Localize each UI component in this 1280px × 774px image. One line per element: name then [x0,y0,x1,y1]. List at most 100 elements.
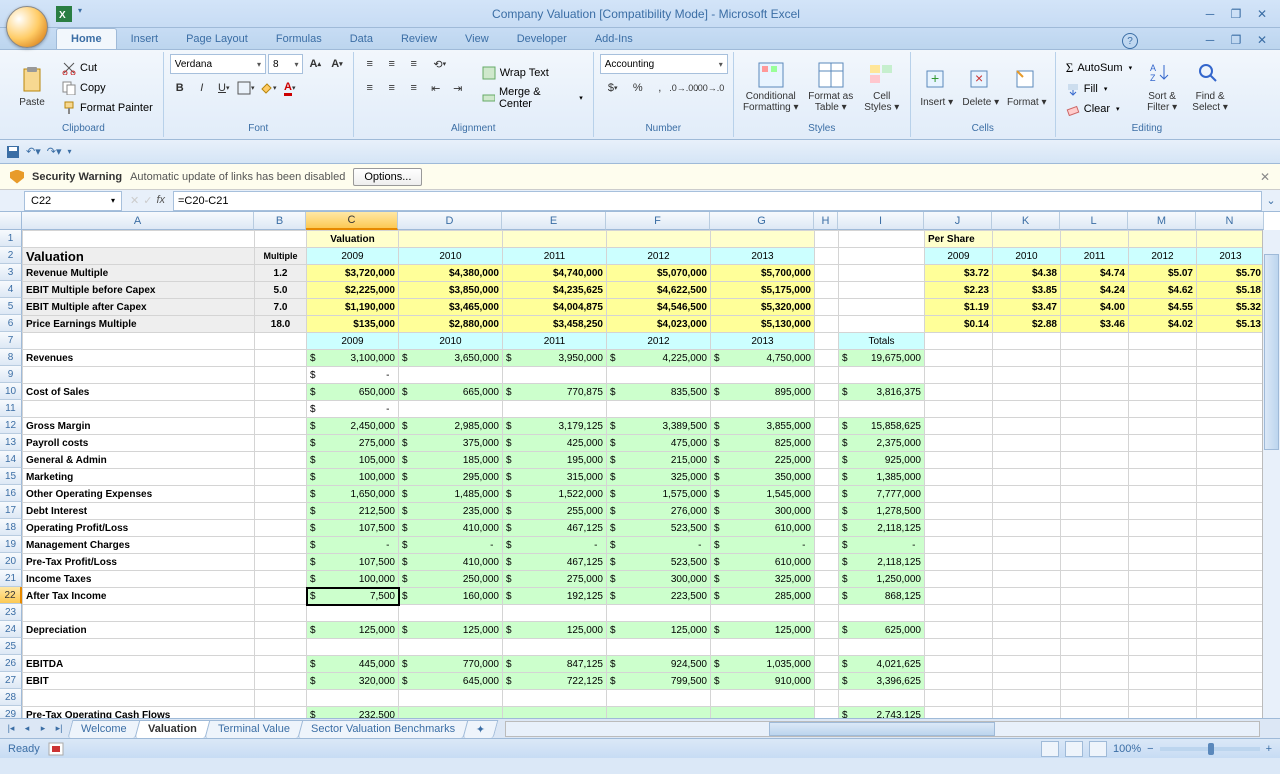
horizontal-scrollbar[interactable] [505,721,1260,737]
security-close-button[interactable]: ✕ [1260,170,1270,184]
row-header-22[interactable]: 22 [0,587,22,604]
row-header-24[interactable]: 24 [0,621,22,638]
tab-developer[interactable]: Developer [503,29,581,49]
spreadsheet-grid[interactable]: ABCDEFGHIJKLMN 1234567891011121314151617… [0,212,1280,718]
font-name-combo[interactable]: Verdana▾ [170,54,266,74]
border-button[interactable]: ▾ [236,78,256,98]
column-header-G[interactable]: G [710,212,814,230]
column-header-A[interactable]: A [22,212,254,230]
bold-button[interactable]: B [170,78,190,98]
row-header-17[interactable]: 17 [0,502,22,519]
accounting-format-button[interactable]: $▾ [600,78,626,98]
last-sheet-button[interactable]: ▸| [52,721,66,737]
sheet-tab-valuation[interactable]: Valuation [134,720,210,738]
delete-cells-button[interactable]: ×Delete ▾ [961,54,1001,120]
workbook-close-button[interactable]: ✕ [1250,31,1274,49]
row-header-1[interactable]: 1 [0,230,22,247]
row-header-20[interactable]: 20 [0,553,22,570]
tab-insert[interactable]: Insert [117,29,173,49]
insert-cells-button[interactable]: +Insert ▾ [917,54,957,120]
increase-indent-button[interactable]: ⇥ [448,78,468,98]
restore-button[interactable]: ❐ [1224,5,1248,23]
page-layout-view-button[interactable] [1065,741,1083,757]
row-header-10[interactable]: 10 [0,383,22,400]
sheet-tab-sector-valuation-benchmarks[interactable]: Sector Valuation Benchmarks [297,720,468,738]
column-header-N[interactable]: N [1196,212,1264,230]
formula-bar-expand-button[interactable]: ⌄ [1262,194,1280,207]
workbook-restore-button[interactable]: ❐ [1224,31,1248,49]
row-header-18[interactable]: 18 [0,519,22,536]
select-all-corner[interactable] [0,212,22,230]
align-middle-button[interactable]: ≡ [382,54,402,74]
row-header-13[interactable]: 13 [0,434,22,451]
merge-center-button[interactable]: Merge & Center▾ [478,84,587,112]
column-header-C[interactable]: C [306,212,398,230]
italic-button[interactable]: I [192,78,212,98]
column-header-D[interactable]: D [398,212,502,230]
page-break-view-button[interactable] [1089,741,1107,757]
row-header-19[interactable]: 19 [0,536,22,553]
sheet-tab-terminal-value[interactable]: Terminal Value [204,720,303,738]
fill-color-button[interactable]: ▾ [258,78,278,98]
undo-button[interactable]: ↶▾ [26,145,41,158]
column-header-K[interactable]: K [992,212,1060,230]
tab-review[interactable]: Review [387,29,451,49]
first-sheet-button[interactable]: |◂ [4,721,18,737]
cancel-formula-icon[interactable]: ✕ [130,194,139,207]
sheet-tab-welcome[interactable]: Welcome [68,720,140,738]
help-icon[interactable]: ? [1122,33,1138,49]
row-header-4[interactable]: 4 [0,281,22,298]
cut-button[interactable]: Cut [58,59,157,77]
format-cells-button[interactable]: Format ▾ [1005,54,1049,120]
font-color-button[interactable]: A▾ [280,78,300,98]
qat-customize-icon[interactable]: ▾ [68,147,72,156]
fill-button[interactable]: Fill▾ [1062,80,1136,98]
sort-filter-button[interactable]: AZSort & Filter ▾ [1140,54,1184,120]
next-sheet-button[interactable]: ▸ [36,721,50,737]
tab-add-ins[interactable]: Add-Ins [581,29,647,49]
row-header-27[interactable]: 27 [0,672,22,689]
tab-view[interactable]: View [451,29,503,49]
column-header-E[interactable]: E [502,212,606,230]
row-header-5[interactable]: 5 [0,298,22,315]
row-header-14[interactable]: 14 [0,451,22,468]
security-options-button[interactable]: Options... [353,168,422,186]
vertical-scrollbar[interactable] [1262,230,1280,718]
row-header-3[interactable]: 3 [0,264,22,281]
prev-sheet-button[interactable]: ◂ [20,721,34,737]
align-bottom-button[interactable]: ≡ [404,54,424,74]
row-header-7[interactable]: 7 [0,332,22,349]
fx-button[interactable]: fx [156,194,165,207]
redo-button[interactable]: ↷▾ [47,145,62,158]
increase-decimal-button[interactable]: .0→.00 [672,78,696,98]
row-header-8[interactable]: 8 [0,349,22,366]
normal-view-button[interactable] [1041,741,1059,757]
clear-button[interactable]: Clear▾ [1062,100,1136,118]
autosum-button[interactable]: ΣAutoSum▾ [1062,58,1136,78]
zoom-in-button[interactable]: + [1266,743,1272,755]
formula-input[interactable]: =C20-C21 [173,191,1262,211]
row-header-21[interactable]: 21 [0,570,22,587]
tab-page-layout[interactable]: Page Layout [172,29,262,49]
column-header-M[interactable]: M [1128,212,1196,230]
minimize-button[interactable]: ─ [1198,5,1222,23]
close-button[interactable]: ✕ [1250,5,1274,23]
name-box[interactable]: C22▾ [24,191,122,211]
comma-button[interactable]: , [650,78,670,98]
decrease-indent-button[interactable]: ⇤ [426,78,446,98]
grow-font-button[interactable]: A▴ [305,54,325,74]
align-left-button[interactable]: ≡ [360,78,380,98]
decrease-decimal-button[interactable]: .00→.0 [698,78,722,98]
qat-dropdown-icon[interactable]: ▾ [78,6,94,22]
row-header-6[interactable]: 6 [0,315,22,332]
align-right-button[interactable]: ≡ [404,78,424,98]
align-top-button[interactable]: ≡ [360,54,380,74]
row-header-15[interactable]: 15 [0,468,22,485]
row-header-28[interactable]: 28 [0,689,22,706]
find-select-button[interactable]: Find & Select ▾ [1188,54,1232,120]
tab-home[interactable]: Home [56,28,117,49]
row-header-23[interactable]: 23 [0,604,22,621]
row-header-29[interactable]: 29 [0,706,22,718]
macro-icon[interactable] [48,742,64,756]
shrink-font-button[interactable]: A▾ [327,54,347,74]
